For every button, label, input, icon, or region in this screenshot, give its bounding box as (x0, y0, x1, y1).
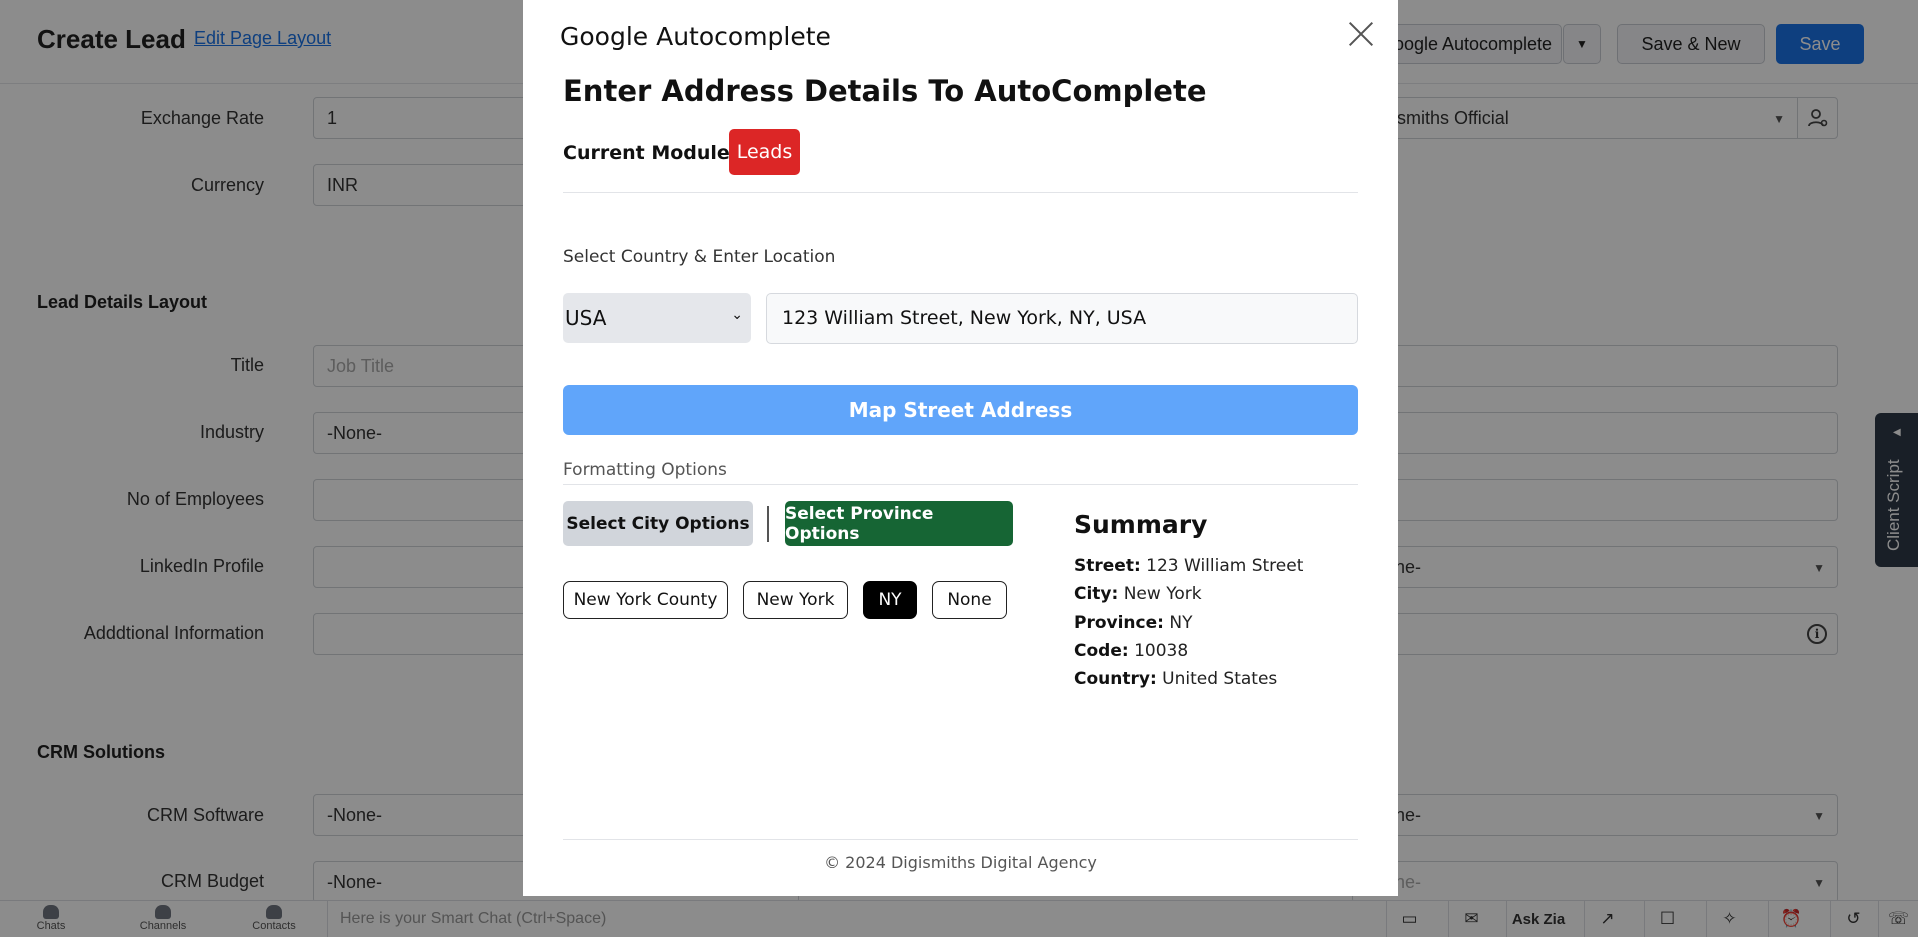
summary-street: Street: 123 William Street (1074, 556, 1303, 576)
option-chip-new-york[interactable]: New York (743, 581, 848, 619)
location-input[interactable]: 123 William Street, New York, NY, USA (766, 293, 1358, 344)
divider (563, 484, 1358, 485)
summary-code-value: 10038 (1134, 641, 1189, 661)
google-autocomplete-modal: Google Autocomplete Enter Address Detail… (523, 0, 1398, 896)
divider (563, 192, 1358, 193)
close-icon[interactable] (1347, 20, 1375, 48)
country-select[interactable]: USA ⌄ (563, 293, 751, 343)
select-province-options-button[interactable]: Select Province Options (785, 501, 1013, 546)
summary-city: City: New York (1074, 584, 1202, 604)
formatting-options-label: Formatting Options (563, 460, 727, 480)
summary-province-label: Province: (1074, 613, 1164, 633)
summary-country-label: Country: (1074, 669, 1157, 689)
summary-city-value: New York (1123, 584, 1202, 604)
modal-title: Google Autocomplete (560, 22, 831, 51)
chevron-down-icon: ⌄ (731, 307, 743, 323)
divider (563, 839, 1358, 840)
summary-city-label: City: (1074, 584, 1119, 604)
summary-street-label: Street: (1074, 556, 1141, 576)
vertical-separator (767, 506, 769, 542)
summary-title: Summary (1074, 510, 1208, 539)
option-chip-none[interactable]: None (932, 581, 1007, 619)
summary-province-value: NY (1169, 613, 1193, 633)
current-module-badge: Leads (729, 129, 800, 175)
summary-street-value: 123 William Street (1146, 556, 1304, 576)
select-country-location-label: Select Country & Enter Location (563, 247, 836, 267)
summary-code-label: Code: (1074, 641, 1129, 661)
option-chip-ny-selected[interactable]: NY (863, 581, 917, 619)
summary-country-value: United States (1162, 669, 1278, 689)
current-module-label: Current Module : (563, 142, 745, 164)
summary-province: Province: NY (1074, 613, 1192, 633)
modal-footer: © 2024 Digismiths Digital Agency (824, 853, 1097, 872)
modal-heading: Enter Address Details To AutoComplete (563, 74, 1207, 108)
summary-code: Code: 10038 (1074, 641, 1188, 661)
summary-country: Country: United States (1074, 669, 1277, 689)
option-chip-new-york-county[interactable]: New York County (563, 581, 728, 619)
country-select-value: USA (565, 306, 607, 330)
map-street-address-button[interactable]: Map Street Address (563, 385, 1358, 435)
select-city-options-button[interactable]: Select City Options (563, 501, 753, 546)
